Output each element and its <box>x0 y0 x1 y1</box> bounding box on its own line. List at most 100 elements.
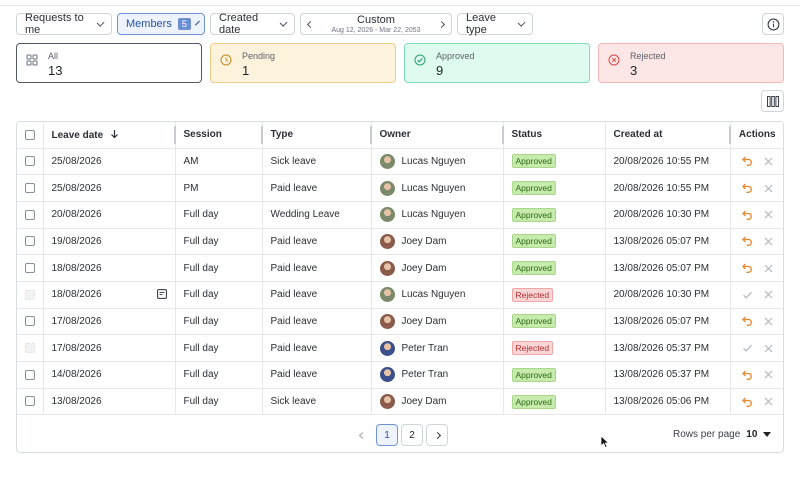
close-icon[interactable] <box>764 237 773 246</box>
session: AM <box>183 155 199 167</box>
requests-filter-dropdown[interactable]: Requests to me <box>16 12 112 36</box>
session-cell: PM <box>175 174 263 202</box>
revert-icon[interactable] <box>741 210 753 220</box>
close-icon[interactable] <box>764 157 773 166</box>
table-row[interactable]: 13/08/2026 Full day Sick leave Joey Dam Appr… <box>17 388 783 416</box>
owner-cell: Joey Dam <box>371 388 504 416</box>
close-icon[interactable] <box>764 184 773 193</box>
revert-icon[interactable] <box>741 236 753 247</box>
table-row[interactable]: 17/08/2026 Full day Paid leave Joey Dam Appr… <box>17 308 783 336</box>
session-cell: Full day <box>175 228 263 256</box>
row-checkbox[interactable] <box>25 316 35 327</box>
row-select-cell <box>17 254 44 282</box>
members-filter-dropdown[interactable]: Members 5 <box>117 13 205 35</box>
owner-cell: Joey Dam <box>371 308 504 336</box>
rows-per-page-selector[interactable]: Rows per page 10 <box>673 429 772 440</box>
close-icon[interactable] <box>764 370 773 379</box>
info-button[interactable] <box>762 13 784 35</box>
row-checkbox[interactable] <box>25 396 35 407</box>
approve-check-icon[interactable] <box>742 290 753 300</box>
row-select-cell <box>17 334 44 362</box>
row-actions <box>739 183 777 193</box>
page-2-button[interactable]: 2 <box>401 424 423 446</box>
close-icon[interactable] <box>764 397 773 406</box>
note-icon[interactable] <box>156 289 167 300</box>
close-icon[interactable] <box>764 317 773 326</box>
row-checkbox[interactable] <box>25 369 35 380</box>
leave-type-dropdown[interactable]: Leave type <box>457 12 533 36</box>
prev-page-button[interactable] <box>351 424 373 446</box>
created-at: 13/08/2026 05:07 PM <box>613 235 710 247</box>
column-settings-button[interactable] <box>761 90 784 112</box>
avatar <box>379 260 395 276</box>
row-checkbox[interactable] <box>25 209 35 220</box>
members-count-badge: 5 <box>177 18 191 30</box>
leave-date-cell: 25/08/2026 <box>43 174 176 202</box>
page-1-button[interactable]: 1 <box>376 424 398 446</box>
created-date-dropdown[interactable]: Created date <box>210 12 295 36</box>
leave-date-cell: 18/08/2026 <box>43 254 176 282</box>
date-range-picker[interactable]: Custom Aug 12, 2026 - Mar 22, 2053 <box>300 13 452 35</box>
columns-icon <box>766 95 779 107</box>
date-range-dates: Aug 12, 2026 - Mar 22, 2053 <box>331 26 421 34</box>
session: Full day <box>183 262 219 274</box>
row-select-cell <box>17 388 44 416</box>
card-approved-label: Approved <box>436 51 475 61</box>
leave-date: 25/08/2026 <box>51 182 102 194</box>
table-row[interactable]: 17/08/2026 Full day Paid leave Peter Tran Re… <box>17 334 783 362</box>
close-icon[interactable] <box>764 210 773 219</box>
row-checkbox[interactable] <box>25 182 35 193</box>
revert-icon[interactable] <box>741 156 753 167</box>
created-at: 13/08/2026 05:07 PM <box>613 262 710 274</box>
avatar <box>379 367 395 383</box>
session: Full day <box>183 235 219 247</box>
created-at-cell: 20/08/2026 10:55 PM <box>605 148 731 176</box>
table-row[interactable]: 20/08/2026 Full day Wedding Leave Lucas Ngu… <box>17 201 783 229</box>
type-cell: Paid leave <box>262 308 372 336</box>
revert-icon[interactable] <box>741 316 753 327</box>
table-row[interactable]: 19/08/2026 Full day Paid leave Joey Dam Appr… <box>17 228 783 256</box>
table-row[interactable]: 14/08/2026 Full day Paid leave Peter Tran Ap… <box>17 361 783 389</box>
card-all[interactable]: All 13 <box>16 43 202 83</box>
session-cell: Full day <box>175 308 263 336</box>
status-summary-cards: All 13 Pending 1 Approved 9 Rejected 3 <box>16 43 784 83</box>
table-row[interactable]: 18/08/2026 Full day Paid leave Joey Dam Appr… <box>17 254 783 282</box>
row-checkbox[interactable] <box>25 156 35 167</box>
revert-icon[interactable] <box>741 183 753 193</box>
session: Full day <box>183 369 219 381</box>
close-icon[interactable] <box>764 344 773 353</box>
actions-cell <box>730 228 783 256</box>
select-all-checkbox[interactable] <box>25 129 35 140</box>
close-icon[interactable] <box>764 290 773 299</box>
row-checkbox[interactable] <box>25 262 35 273</box>
approve-check-icon[interactable] <box>742 343 753 353</box>
card-pending[interactable]: Pending 1 <box>210 43 396 83</box>
table-row[interactable]: 18/08/2026 Full day Paid leave Lucas Nguyen… <box>17 281 783 309</box>
table-row[interactable]: 25/08/2026 AM Sick leave Lucas Nguyen Approv… <box>17 148 783 176</box>
leave-date: 18/08/2026 <box>51 262 102 274</box>
status-cell: Approved <box>503 201 606 229</box>
created-at: 13/08/2026 05:06 PM <box>613 396 710 408</box>
header-leave-date[interactable]: Leave date <box>43 122 176 149</box>
actions-cell <box>730 174 783 202</box>
close-icon[interactable] <box>764 264 773 273</box>
revert-icon[interactable] <box>741 263 753 274</box>
row-checkbox[interactable] <box>25 236 35 247</box>
owner-cell: Peter Tran <box>371 361 504 389</box>
next-page-button[interactable] <box>426 424 448 446</box>
sort-desc-icon[interactable] <box>110 129 119 139</box>
card-approved[interactable]: Approved 9 <box>404 43 590 83</box>
chevron-left-icon[interactable] <box>306 20 315 28</box>
status-badge: Approved <box>511 314 556 329</box>
status-cell: Approved <box>503 308 606 336</box>
table-row[interactable]: 25/08/2026 PM Paid leave Lucas Nguyen Approv… <box>17 174 783 202</box>
chevron-right-icon[interactable] <box>437 20 446 28</box>
owner-name: Peter Tran <box>401 342 449 354</box>
leave-date-cell: 17/08/2026 <box>43 334 176 362</box>
status-badge: Rejected <box>511 287 554 302</box>
card-rejected[interactable]: Rejected 3 <box>598 43 784 83</box>
revert-icon[interactable] <box>741 370 753 380</box>
header-select-all <box>17 122 44 149</box>
owner-name: Joey Dam <box>401 315 447 327</box>
revert-icon[interactable] <box>741 397 753 407</box>
